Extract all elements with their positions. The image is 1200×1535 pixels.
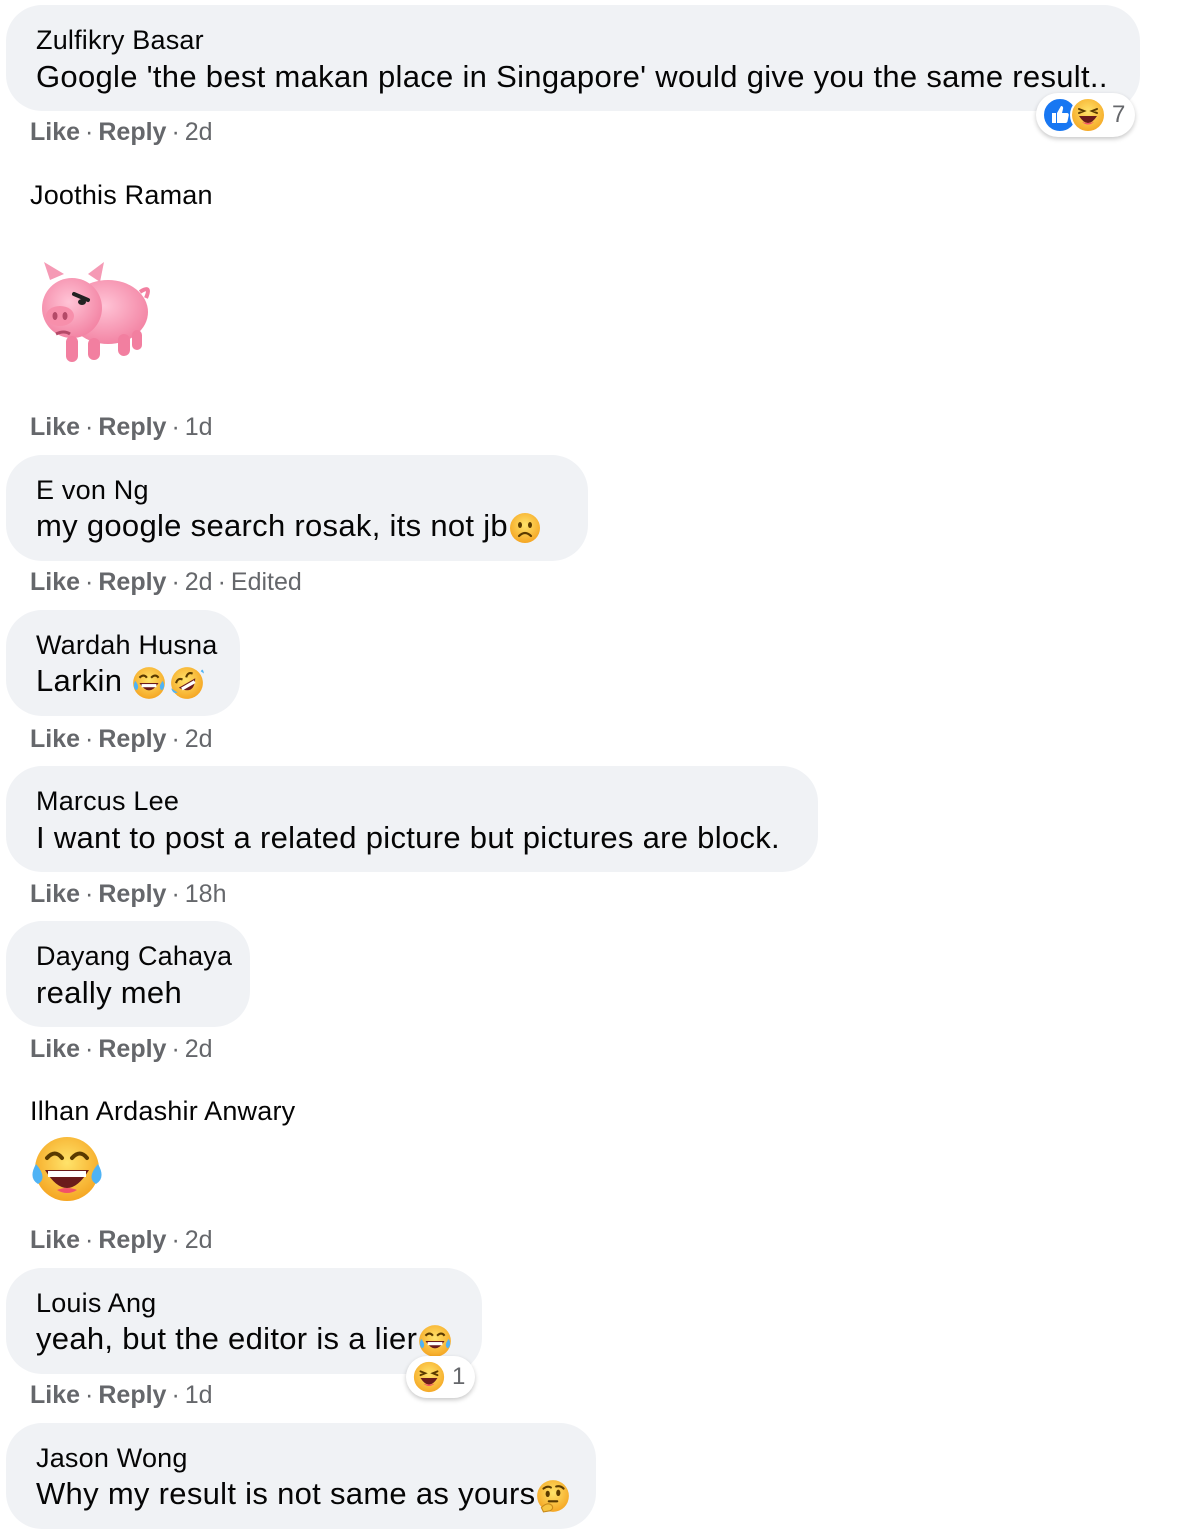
reply-button[interactable]: Reply xyxy=(98,1381,166,1409)
tears-of-joy-emoji-icon xyxy=(419,1324,452,1357)
commenter-name[interactable]: Louis Ang xyxy=(36,1288,156,1319)
reaction-summary[interactable]: 7 xyxy=(1036,93,1136,137)
reply-button[interactable]: Reply xyxy=(98,118,166,146)
separator: · xyxy=(171,1226,180,1254)
separator: · xyxy=(171,1381,180,1409)
separator: · xyxy=(171,118,180,146)
comment-bubble: Jason Wong Why my result is not same as … xyxy=(6,1423,596,1529)
timestamp[interactable]: 2d xyxy=(185,118,213,146)
comment-text-content: Why my result is not same as yours xyxy=(36,1476,536,1511)
like-button[interactable]: Like xyxy=(30,1381,80,1409)
comment-text: Why my result is not same as yours xyxy=(36,1476,571,1514)
separator: · xyxy=(171,413,180,441)
comment-bubble: Zulfikry Basar Google 'the best makan pl… xyxy=(6,5,1140,111)
reaction-count: 7 xyxy=(1112,101,1126,128)
like-button[interactable]: Like xyxy=(30,413,80,441)
timestamp[interactable]: 2d xyxy=(185,725,213,753)
comment-actions: Like · Reply · 2d xyxy=(30,1226,213,1255)
separator: · xyxy=(85,725,94,753)
commenter-name[interactable]: Ilhan Ardashir Anwary xyxy=(30,1096,295,1127)
separator: · xyxy=(85,1381,94,1409)
reaction-summary[interactable]: 1 xyxy=(406,1356,476,1398)
thinking-emoji-icon xyxy=(537,1479,570,1513)
separator: · xyxy=(217,568,226,596)
reply-button[interactable]: Reply xyxy=(98,880,166,908)
rolling-laughing-emoji-icon xyxy=(171,666,205,699)
comment-bubble: Wardah Husna Larkin xyxy=(6,610,240,716)
comment-text: I want to post a related picture but pic… xyxy=(36,820,780,855)
timestamp[interactable]: 2d xyxy=(185,568,213,596)
like-button[interactable]: Like xyxy=(30,880,80,908)
like-button[interactable]: Like xyxy=(30,1035,80,1063)
comment-text: Larkin xyxy=(36,663,205,701)
timestamp[interactable]: 1d xyxy=(185,1381,213,1409)
comment-actions: Like · Reply · 2d xyxy=(30,118,213,147)
like-button[interactable]: Like xyxy=(30,568,80,596)
comment-actions: Like · Reply · 1d xyxy=(30,1381,213,1410)
haha-reaction-icon xyxy=(412,1360,446,1394)
comment-text: Google 'the best makan place in Singapor… xyxy=(36,59,1108,94)
separator: · xyxy=(171,568,180,596)
reply-button[interactable]: Reply xyxy=(98,725,166,753)
separator: · xyxy=(171,880,180,908)
separator: · xyxy=(171,1035,180,1063)
commenter-name[interactable]: Wardah Husna xyxy=(36,630,218,661)
reply-button[interactable]: Reply xyxy=(98,1226,166,1254)
comment-text: my google search rosak, its not jb xyxy=(36,508,542,545)
comment-text-content: Larkin xyxy=(36,663,123,698)
comment-bubble: Dayang Cahaya really meh xyxy=(6,921,250,1027)
separator: · xyxy=(85,118,94,146)
timestamp[interactable]: 2d xyxy=(185,1035,213,1063)
reaction-count: 1 xyxy=(452,1363,466,1390)
timestamp[interactable]: 18h xyxy=(185,880,227,908)
commenter-name[interactable]: Marcus Lee xyxy=(36,786,179,817)
separator: · xyxy=(85,413,94,441)
reply-button[interactable]: Reply xyxy=(98,568,166,596)
separator: · xyxy=(171,725,180,753)
commenter-name[interactable]: Jason Wong xyxy=(36,1443,188,1474)
comment-actions: Like · Reply · 2d xyxy=(30,725,213,754)
haha-reaction-icon xyxy=(1070,97,1106,133)
comment-bubble: Louis Ang yeah, but the editor is a lier xyxy=(6,1268,482,1374)
commenter-name[interactable]: Dayang Cahaya xyxy=(36,941,232,972)
commenter-name[interactable]: E von Ng xyxy=(36,475,149,506)
tears-of-joy-emoji-icon xyxy=(133,666,166,699)
timestamp[interactable]: 2d xyxy=(185,1226,213,1254)
comment-actions: Like · Reply · 18h xyxy=(30,880,227,909)
angry-pig-sticker xyxy=(42,262,150,362)
like-button[interactable]: Like xyxy=(30,1226,80,1254)
frowning-emoji-icon xyxy=(509,512,540,543)
reply-button[interactable]: Reply xyxy=(98,1035,166,1063)
comment-actions: Like · Reply · 2d xyxy=(30,1035,213,1064)
like-button[interactable]: Like xyxy=(30,118,80,146)
separator: · xyxy=(85,1035,94,1063)
edited-label[interactable]: Edited xyxy=(231,568,302,596)
tears-of-joy-emoji-icon xyxy=(32,1137,102,1201)
comment-text: really meh xyxy=(36,975,182,1010)
separator: · xyxy=(85,568,94,596)
comment-text-content: yeah, but the editor is a lier xyxy=(36,1321,418,1356)
comment-bubble: Marcus Lee I want to post a related pict… xyxy=(6,766,818,872)
comment-text: yeah, but the editor is a lier xyxy=(36,1321,453,1359)
separator: · xyxy=(85,1226,94,1254)
commenter-name[interactable]: Joothis Raman xyxy=(30,180,213,211)
comment-bubble: E von Ng my google search rosak, its not… xyxy=(6,455,588,561)
comment-actions: Like · Reply · 1d xyxy=(30,413,213,442)
reply-button[interactable]: Reply xyxy=(98,413,166,441)
comment-text-content: my google search rosak, its not jb xyxy=(36,508,508,543)
like-button[interactable]: Like xyxy=(30,725,80,753)
timestamp[interactable]: 1d xyxy=(185,413,213,441)
comment-actions: Like · Reply · 2d · Edited xyxy=(30,568,302,597)
commenter-name[interactable]: Zulfikry Basar xyxy=(36,25,204,56)
separator: · xyxy=(85,880,94,908)
